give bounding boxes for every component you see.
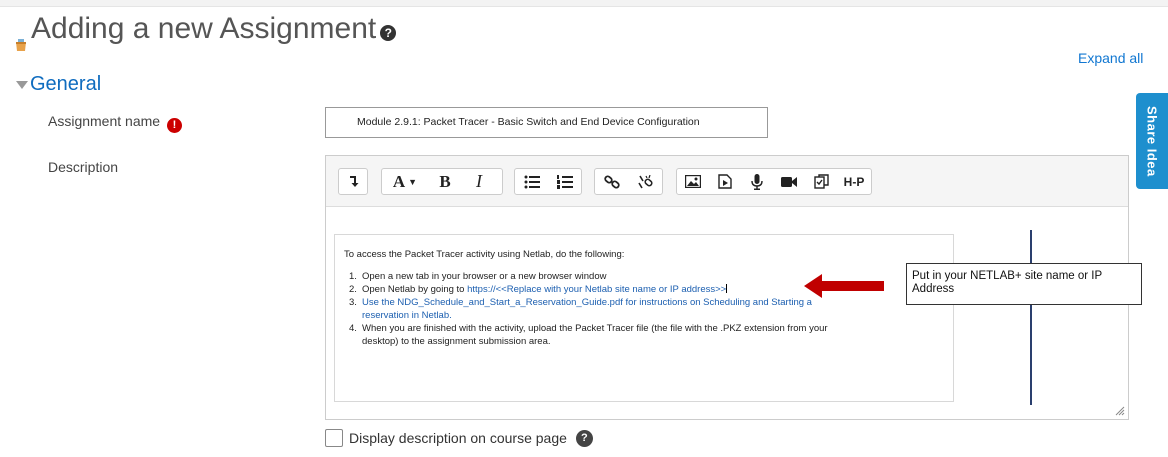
top-border: [0, 0, 1168, 7]
list-item: 3. Use the NDG_Schedule_and_Start_a_Reser…: [349, 297, 812, 321]
required-icon: !: [166, 117, 182, 133]
assignment-name-label: Assignment name: [48, 113, 161, 129]
toolbar-group-lists: [514, 168, 582, 195]
editor-toolbar: A ▼ B I H-P: [326, 156, 1128, 207]
toolbar-group-links: [594, 168, 663, 195]
page-title-text: Adding a new Assignment: [31, 12, 377, 45]
unordered-list-icon[interactable]: [515, 169, 548, 194]
schedule-guide-link[interactable]: Use the NDG_Schedule_and_Start_a_Reserva…: [362, 297, 812, 308]
display-description-checkbox[interactable]: [325, 429, 343, 447]
help-icon[interactable]: ?: [380, 25, 397, 41]
display-description-row: Display description on course page ?: [325, 429, 593, 447]
editor-content-area[interactable]: To access the Packet Tracer activity usi…: [326, 207, 1128, 419]
media-icon[interactable]: [709, 169, 741, 194]
h5p-icon[interactable]: H-P: [837, 169, 871, 194]
instructions-box: To access the Packet Tracer activity usi…: [334, 234, 954, 402]
section-general-toggle[interactable]: General: [16, 73, 101, 96]
bold-icon[interactable]: B: [428, 169, 462, 194]
display-description-label: Display description on course page: [349, 430, 567, 446]
description-label: Description: [48, 159, 119, 175]
font-color-icon[interactable]: A ▼: [382, 169, 428, 194]
unlink-icon[interactable]: [629, 169, 663, 194]
share-idea-label: Share Idea: [1144, 105, 1160, 177]
text-cursor: [726, 284, 728, 293]
collapse-icon[interactable]: [339, 169, 367, 194]
record-audio-icon[interactable]: [741, 169, 773, 194]
expand-all-link[interactable]: Expand all: [1078, 50, 1143, 66]
toolbar-group-format: A ▼ B I: [381, 168, 503, 195]
page-title: Adding a new Assignment ?: [14, 12, 397, 51]
chevron-down-icon: ▼: [408, 176, 418, 187]
section-general-label: General: [30, 73, 102, 95]
toolbar-group-media: H-P: [676, 168, 872, 195]
share-idea-tab[interactable]: Share Idea: [1136, 93, 1168, 189]
resize-handle-icon[interactable]: [1115, 406, 1125, 416]
assignment-icon: [14, 26, 28, 51]
italic-icon[interactable]: I: [462, 169, 496, 194]
assignment-name-input[interactable]: Module 2.9.1: Packet Tracer - Basic Swit…: [325, 107, 768, 138]
netlab-url-link[interactable]: https://<<Replace with your Netlab site …: [467, 284, 726, 295]
manage-files-icon[interactable]: [805, 169, 837, 194]
record-video-icon[interactable]: [773, 169, 805, 194]
list-item: 4. When you are finished with the activit…: [349, 323, 828, 347]
assignment-name-label-row: Assignment name !: [48, 113, 182, 133]
vertical-divider: [1030, 230, 1032, 405]
link-icon[interactable]: [595, 169, 629, 194]
callout-note: Put in your NETLAB+ site name or IP Addr…: [906, 263, 1142, 305]
image-icon[interactable]: [677, 169, 709, 194]
ordered-list-icon[interactable]: [548, 169, 581, 194]
help-icon[interactable]: ?: [575, 429, 593, 447]
chevron-down-icon: [16, 80, 28, 89]
toolbar-group-collapse: [338, 168, 368, 195]
red-arrow-icon: [804, 274, 884, 298]
instructions-intro: To access the Packet Tracer activity usi…: [344, 249, 625, 260]
